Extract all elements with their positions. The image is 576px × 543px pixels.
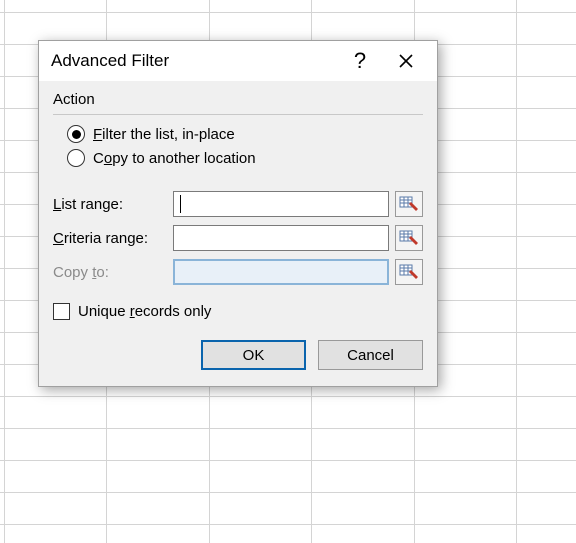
unique-records-checkbox[interactable]: Unique records only xyxy=(53,303,423,320)
close-icon xyxy=(398,53,414,69)
range-picker-icon xyxy=(399,263,419,281)
radio-copy-location[interactable]: Copy to another location xyxy=(67,149,423,167)
checkbox-icon xyxy=(53,303,70,320)
action-group-label: Action xyxy=(53,91,423,108)
list-range-picker-button[interactable] xyxy=(395,191,423,217)
radio-icon xyxy=(67,125,85,143)
copy-to-picker-button xyxy=(395,259,423,285)
criteria-range-picker-button[interactable] xyxy=(395,225,423,251)
radio-filter-in-place[interactable]: Filter the list, in-place xyxy=(67,125,423,143)
radio-label: Filter the list, in-place xyxy=(93,126,235,143)
copy-to-label: Copy to: xyxy=(53,264,173,281)
dialog-title-bar[interactable]: Advanced Filter ? xyxy=(39,41,437,81)
help-button[interactable]: ? xyxy=(337,45,383,77)
close-button[interactable] xyxy=(383,45,429,77)
range-picker-icon xyxy=(399,195,419,213)
ok-button[interactable]: OK xyxy=(201,340,306,370)
list-range-label: List range: xyxy=(53,196,173,213)
radio-icon xyxy=(67,149,85,167)
text-caret xyxy=(180,195,181,213)
checkbox-label: Unique records only xyxy=(78,303,211,320)
criteria-range-label: Criteria range: xyxy=(53,230,173,247)
advanced-filter-dialog: Advanced Filter ? Action Filter the list… xyxy=(38,40,438,387)
radio-label: Copy to another location xyxy=(93,150,256,167)
criteria-range-input[interactable] xyxy=(173,225,389,251)
range-picker-icon xyxy=(399,229,419,247)
copy-to-input xyxy=(173,259,389,285)
divider xyxy=(53,114,423,115)
cancel-button[interactable]: Cancel xyxy=(318,340,423,370)
dialog-title: Advanced Filter xyxy=(51,51,337,71)
list-range-input[interactable] xyxy=(173,191,389,217)
